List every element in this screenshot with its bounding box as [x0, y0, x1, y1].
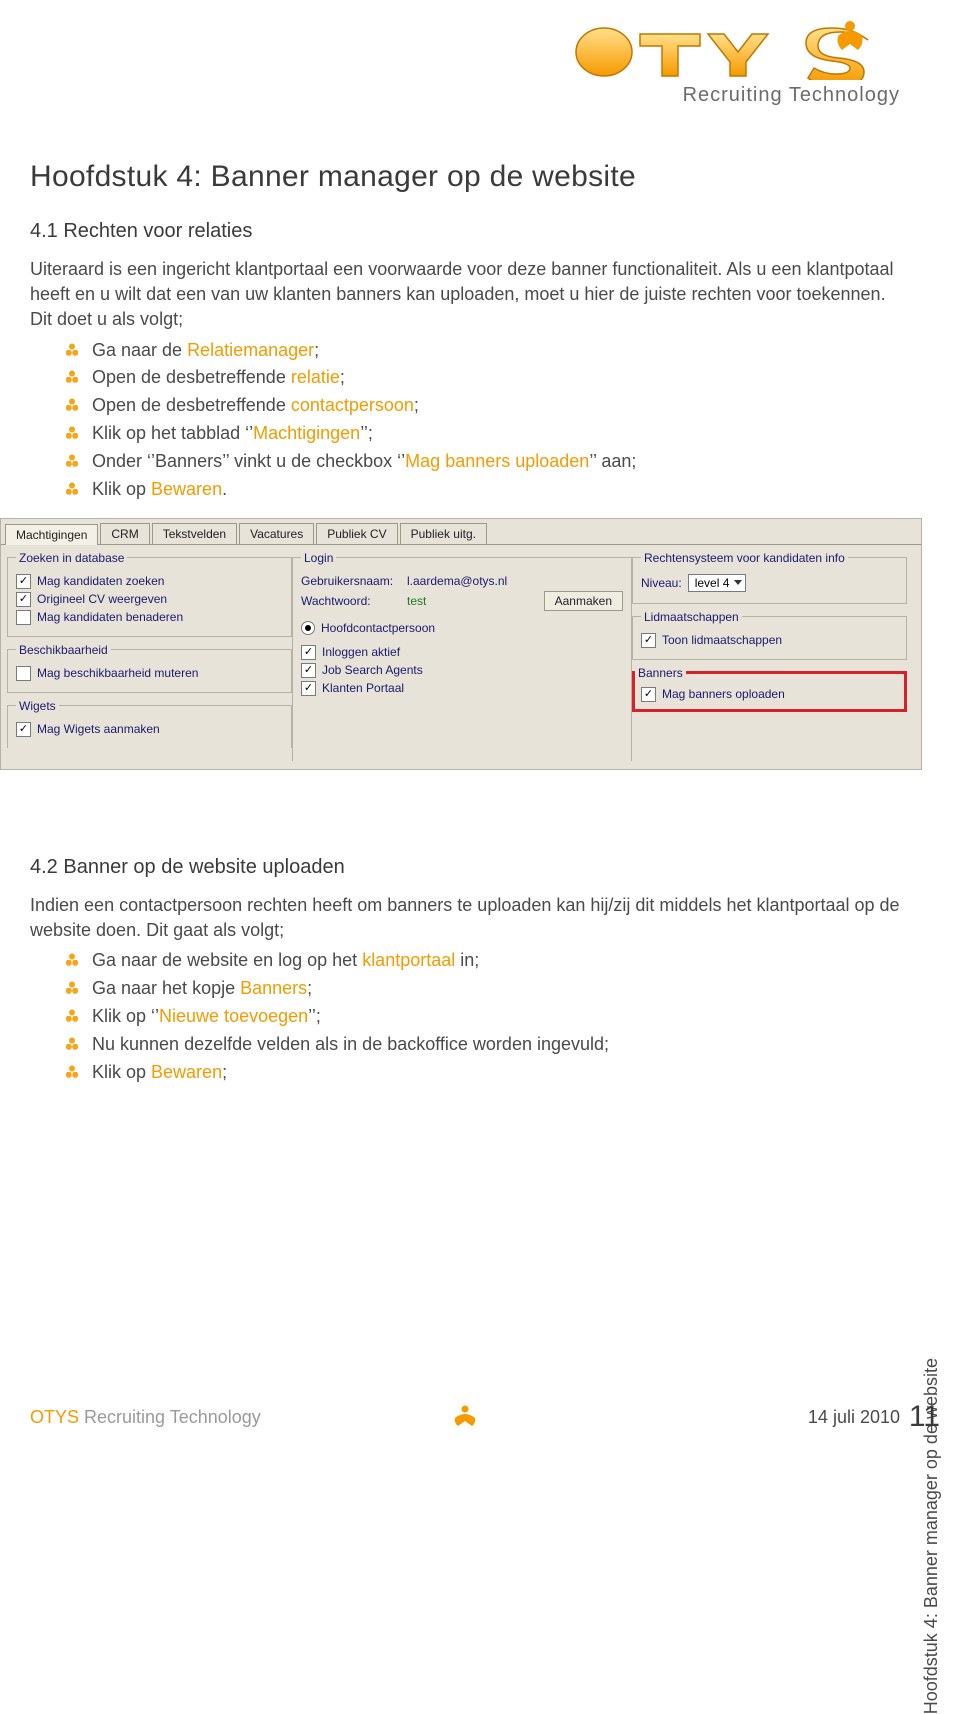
section-42-title: 4.2 Banner op de website uploaden [30, 856, 900, 879]
list-item: Nu kunnen dezelfde velden als in de back… [64, 1031, 900, 1059]
section-42-paragraph: Indien een contactpersoon rechten heeft … [30, 893, 900, 943]
checkbox-beschikbaarheid-muteren[interactable] [16, 666, 31, 681]
tab-tekstvelden[interactable]: Tekstvelden [152, 523, 237, 544]
checkbox-mag-banners-oploaden[interactable] [641, 687, 656, 702]
value-wachtwoord: test [407, 594, 426, 608]
section-41-title: 4.1 Rechten voor relaties [30, 220, 900, 243]
tab-crm[interactable]: CRM [100, 523, 149, 544]
checkbox-wigets-aanmaken[interactable] [16, 722, 31, 737]
chapter-title: Hoofdstuk 4: Banner manager op de websit… [30, 160, 900, 194]
checkbox-toon-lidmaatschappen[interactable] [641, 633, 656, 648]
checkbox-inloggen-aktief[interactable] [301, 645, 316, 660]
section-42-list: Ga naar de website en log op het klantpo… [30, 947, 900, 1086]
value-gebruikersnaam: l.aardema@otys.nl [407, 574, 507, 588]
section-41-paragraph: Uiteraard is een ingericht klantportaal … [30, 257, 900, 333]
checkbox-kandidaten-benaderen[interactable] [16, 610, 31, 625]
groupbox-legend: Login [301, 551, 336, 565]
groupbox-login: Login Gebruikersnaam: l.aardema@otys.nl … [292, 551, 632, 761]
groupbox-rechtensysteem: Rechtensysteem voor kandidaten info Nive… [632, 551, 907, 604]
groupbox-zoeken: Zoeken in database Mag kandidaten zoeken… [7, 551, 292, 637]
list-item: Ga naar het kopje Banners; [64, 975, 900, 1003]
label-wachtwoord: Wachtwoord: [301, 594, 401, 608]
button-aanmaken[interactable]: Aanmaken [544, 591, 623, 611]
groupbox-legend: Banners [635, 666, 686, 680]
otys-logo-icon [570, 18, 900, 80]
groupbox-legend: Beschikbaarheid [16, 643, 111, 657]
dropdown-niveau[interactable]: level 4 [688, 574, 747, 592]
radio-hoofdcontactpersoon[interactable] [301, 621, 315, 635]
list-item: Klik op Bewaren. [64, 476, 900, 504]
page-footer: OTYS Recruiting Technology 14 juli 2010 … [30, 1407, 900, 1428]
footer-page-number: 11 [909, 1400, 940, 1434]
section-41-list: Ga naar de Relatiemanager; Open de desbe… [30, 337, 900, 504]
list-item: Ga naar de Relatiemanager; [64, 337, 900, 365]
checkbox-job-search-agents[interactable] [301, 663, 316, 678]
logo-tagline: Recruiting Technology [570, 84, 900, 107]
checkbox-origineel-cv[interactable] [16, 592, 31, 607]
groupbox-banners-highlighted: Banners Mag banners oploaden [632, 666, 907, 712]
screenshot-panel: Machtigingen CRM Tekstvelden Vacatures P… [0, 518, 922, 770]
groupbox-wigets: Wigets Mag Wigets aanmaken [7, 699, 292, 748]
list-item: Klik op het tabblad ‘’Machtigingen’’; [64, 420, 900, 448]
groupbox-legend: Wigets [16, 699, 59, 713]
label-gebruikersnaam: Gebruikersnaam: [301, 574, 401, 588]
list-item: Open de desbetreffende relatie; [64, 364, 900, 392]
groupbox-legend: Lidmaatschappen [641, 610, 742, 624]
list-item: Klik op ‘’Nieuwe toevoegen’’; [64, 1003, 900, 1031]
footer-date: 14 juli 2010 [808, 1407, 900, 1428]
groupbox-beschikbaarheid: Beschikbaarheid Mag beschikbaarheid mute… [7, 643, 292, 693]
checkbox-kandidaten-zoeken[interactable] [16, 574, 31, 589]
screenshot-tabs: Machtigingen CRM Tekstvelden Vacatures P… [1, 519, 921, 544]
groupbox-legend: Zoeken in database [16, 551, 127, 565]
tab-vacatures[interactable]: Vacatures [239, 523, 314, 544]
groupbox-lidmaatschappen: Lidmaatschappen Toon lidmaatschappen [632, 610, 907, 660]
tab-publiek-uitg[interactable]: Publiek uitg. [400, 523, 487, 544]
list-item: Klik op Bewaren; [64, 1059, 900, 1087]
logo-block: Recruiting Technology [570, 18, 900, 107]
list-item: Open de desbetreffende contactpersoon; [64, 392, 900, 420]
list-item: Ga naar de website en log op het klantpo… [64, 947, 900, 975]
list-item: Onder ‘’Banners’’ vinkt u de checkbox ‘’… [64, 448, 900, 476]
footer-glyph-icon [450, 1404, 480, 1431]
groupbox-legend: Rechtensysteem voor kandidaten info [641, 551, 848, 565]
checkbox-klanten-portaal[interactable] [301, 681, 316, 696]
tab-publiek-cv[interactable]: Publiek CV [316, 523, 397, 544]
label-niveau: Niveau: [641, 576, 682, 590]
footer-brand: OTYS Recruiting Technology [30, 1407, 261, 1428]
tab-machtigingen[interactable]: Machtigingen [5, 524, 98, 545]
